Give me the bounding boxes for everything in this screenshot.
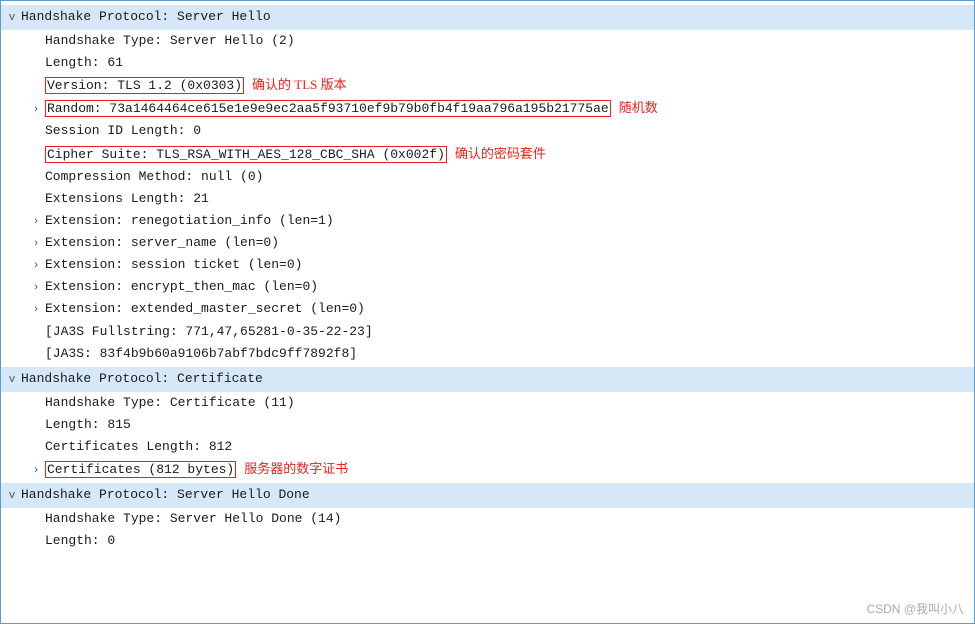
server-hello-label: Handshake Protocol: Server Hello (21, 7, 271, 28)
toggle-renegotiation[interactable]: › (29, 214, 43, 231)
hello-done-header-label: Handshake Protocol: Server Hello Done (21, 485, 310, 506)
row-ext-renegotiation: › Extension: renegotiation_info (len=1) (1, 210, 974, 232)
length-label: Length: 61 (45, 53, 123, 73)
toggle-encrypt[interactable]: › (29, 280, 43, 297)
row-ext-length: ▸ Extensions Length: 21 (1, 188, 974, 210)
done-length-label: Length: 0 (45, 531, 115, 551)
certificate-header-label: Handshake Protocol: Certificate (21, 369, 263, 390)
ext-encrypt-label: Extension: encrypt_then_mac (len=0) (45, 277, 318, 297)
toggle-certificate[interactable]: v (5, 372, 19, 390)
row-cipher-suite: ▸ Cipher Suite: TLS_RSA_WITH_AES_128_CBC… (1, 143, 974, 166)
row-certs-length: ▸ Certificates Length: 812 (1, 436, 974, 458)
toggle-server-hello[interactable]: v (5, 10, 19, 28)
row-cert-length: ▸ Length: 815 (1, 414, 974, 436)
row-session-id: ▸ Session ID Length: 0 (1, 120, 974, 142)
certs-bytes-label: Certificates (812 bytes) (45, 460, 236, 480)
row-ja3s-full: ▸ [JA3S Fullstring: 771,47,65281-0-35-22… (1, 321, 974, 343)
ext-server-name-label: Extension: server_name (len=0) (45, 233, 279, 253)
certificate-header: v Handshake Protocol: Certificate (1, 367, 974, 392)
toggle-session-ticket[interactable]: › (29, 258, 43, 275)
cert-type-label: Handshake Type: Certificate (11) (45, 393, 295, 413)
certs-bytes-highlight: Certificates (812 bytes) (45, 461, 236, 478)
ext-renegotiation-label: Extension: renegotiation_info (len=1) (45, 211, 334, 231)
cipher-highlight: Cipher Suite: TLS_RSA_WITH_AES_128_CBC_S… (45, 146, 447, 163)
certs-annotation: 服务器的数字证书 (244, 459, 348, 479)
cert-length-label: Length: 815 (45, 415, 131, 435)
cipher-annotation: 确认的密码套件 (455, 144, 546, 164)
random-label: Random: 73a1464464ce615e1e9e9ec2aa5f9371… (45, 99, 611, 119)
ext-length-label: Extensions Length: 21 (45, 189, 209, 209)
server-hello-header: v Handshake Protocol: Server Hello (1, 5, 974, 30)
version-highlight: Version: TLS 1.2 (0x0303) (45, 77, 244, 94)
version-label: Version: TLS 1.2 (0x0303) (45, 76, 244, 96)
wireshark-panel: v Handshake Protocol: Server Hello ▸ Han… (0, 0, 975, 624)
row-done-length: ▸ Length: 0 (1, 530, 974, 552)
ext-master-secret-label: Extension: extended_master_secret (len=0… (45, 299, 365, 319)
row-ja3s: ▸ [JA3S: 83f4b9b60a9106b7abf7bdc9ff7892f… (1, 343, 974, 365)
row-length: ▸ Length: 61 (1, 52, 974, 74)
handshake-type-label: Handshake Type: Server Hello (2) (45, 31, 295, 51)
toggle-master-secret[interactable]: › (29, 302, 43, 319)
toggle-certs-bytes[interactable]: › (29, 463, 43, 480)
ja3s-full-label: [JA3S Fullstring: 771,47,65281-0-35-22-2… (45, 322, 373, 342)
hello-done-header: v Handshake Protocol: Server Hello Done (1, 483, 974, 508)
row-handshake-type: ▸ Handshake Type: Server Hello (2) (1, 30, 974, 52)
row-done-type: ▸ Handshake Type: Server Hello Done (14) (1, 508, 974, 530)
version-annotation: 确认的 TLS 版本 (252, 75, 347, 95)
row-ext-master-secret: › Extension: extended_master_secret (len… (1, 298, 974, 320)
row-cert-type: ▸ Handshake Type: Certificate (11) (1, 392, 974, 414)
certs-length-label: Certificates Length: 812 (45, 437, 232, 457)
row-ext-session-ticket: › Extension: session ticket (len=0) (1, 254, 974, 276)
cipher-suite-label: Cipher Suite: TLS_RSA_WITH_AES_128_CBC_S… (45, 145, 447, 165)
session-id-label: Session ID Length: 0 (45, 121, 201, 141)
toggle-server-name[interactable]: › (29, 236, 43, 253)
toggle-random[interactable]: › (29, 102, 43, 119)
row-ext-encrypt: › Extension: encrypt_then_mac (len=0) (1, 276, 974, 298)
ja3s-label: [JA3S: 83f4b9b60a9106b7abf7bdc9ff7892f8] (45, 344, 357, 364)
toggle-hello-done[interactable]: v (5, 488, 19, 506)
watermark: CSDN @我叫小八 (866, 600, 964, 617)
ext-session-ticket-label: Extension: session ticket (len=0) (45, 255, 302, 275)
row-ext-server-name: › Extension: server_name (len=0) (1, 232, 974, 254)
done-type-label: Handshake Type: Server Hello Done (14) (45, 509, 341, 529)
compression-label: Compression Method: null (0) (45, 167, 263, 187)
row-version: ▸ Version: TLS 1.2 (0x0303) 确认的 TLS 版本 (1, 74, 974, 97)
row-compression: ▸ Compression Method: null (0) (1, 166, 974, 188)
row-certs-bytes: › Certificates (812 bytes) 服务器的数字证书 (1, 458, 974, 481)
random-annotation: 随机数 (619, 98, 658, 118)
random-highlight: Random: 73a1464464ce615e1e9e9ec2aa5f9371… (45, 100, 611, 117)
row-random: › Random: 73a1464464ce615e1e9e9ec2aa5f93… (1, 97, 974, 120)
